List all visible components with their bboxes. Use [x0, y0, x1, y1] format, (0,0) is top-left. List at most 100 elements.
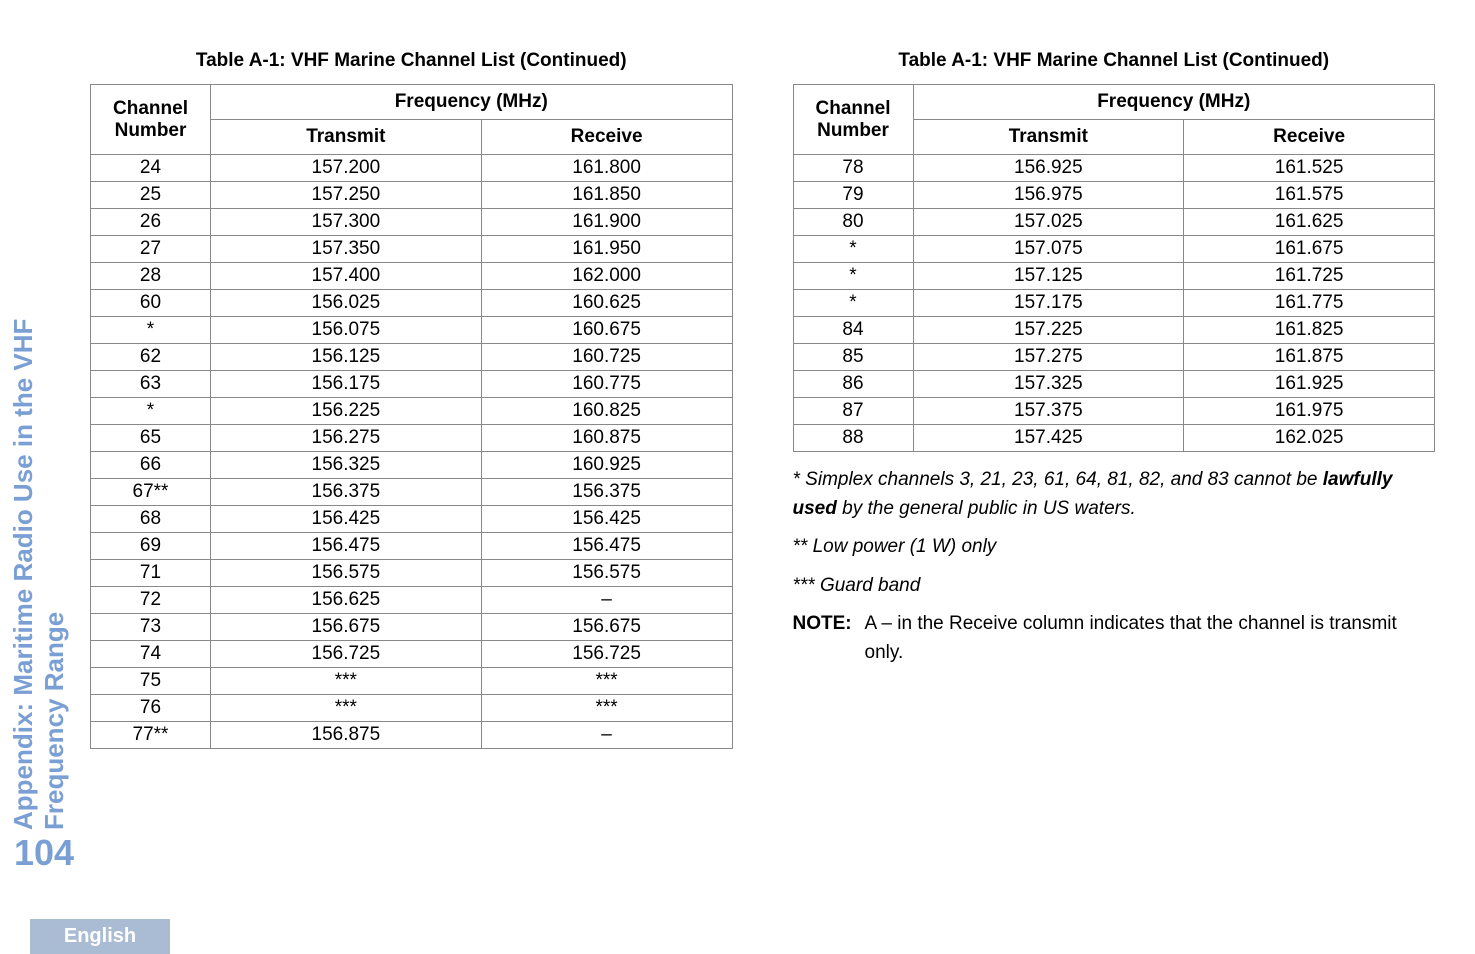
table-row: 67**156.375156.375 — [91, 479, 733, 506]
cell-ch: 85 — [793, 344, 913, 371]
section-title: Appendix: Maritime Radio Use in the VHF … — [8, 319, 70, 830]
cell-tx: 156.475 — [211, 533, 482, 560]
cell-rx: 156.575 — [481, 560, 732, 587]
col-header-channel: Channel Number — [793, 85, 913, 155]
cell-ch: 86 — [793, 371, 913, 398]
cell-ch: 73 — [91, 614, 211, 641]
cell-ch: 88 — [793, 425, 913, 452]
footnote-simplex-c: by the general public in US waters. — [837, 498, 1136, 519]
cell-ch: 65 — [91, 425, 211, 452]
cell-ch: 62 — [91, 344, 211, 371]
col-header-receive: Receive — [1184, 120, 1435, 155]
cell-tx: 156.625 — [211, 587, 482, 614]
cell-rx: 161.825 — [1184, 317, 1435, 344]
cell-ch: 77** — [91, 722, 211, 749]
cell-tx: 157.400 — [211, 263, 482, 290]
channel-table-left: Channel Number Frequency (MHz) Transmit … — [90, 84, 733, 749]
table-row: 66156.325160.925 — [91, 452, 733, 479]
cell-tx: 157.300 — [211, 209, 482, 236]
cell-ch: * — [793, 263, 913, 290]
cell-rx: 161.925 — [1184, 371, 1435, 398]
cell-ch: 80 — [793, 209, 913, 236]
table-row: 27157.350161.950 — [91, 236, 733, 263]
col-header-channel: Channel Number — [91, 85, 211, 155]
cell-tx: 157.125 — [913, 263, 1184, 290]
cell-rx: 161.575 — [1184, 182, 1435, 209]
col-header-transmit: Transmit — [211, 120, 482, 155]
table-row: 86157.325161.925 — [793, 371, 1435, 398]
note-body: A – in the Receive column indicates that… — [865, 610, 1436, 667]
table-row: 84157.225161.825 — [793, 317, 1435, 344]
cell-tx: 156.175 — [211, 371, 482, 398]
cell-rx: 161.875 — [1184, 344, 1435, 371]
footnote-guardband: *** Guard band — [793, 572, 1436, 601]
table-caption-right: Table A-1: VHF Marine Channel List (Cont… — [793, 50, 1436, 72]
table-row: *157.125161.725 — [793, 263, 1435, 290]
cell-rx: *** — [481, 668, 732, 695]
table-row: 75****** — [91, 668, 733, 695]
section-title-line2: Frequency Range — [39, 319, 70, 830]
cell-rx: 161.775 — [1184, 290, 1435, 317]
section-title-line1: Appendix: Maritime Radio Use in the VHF — [8, 319, 39, 830]
cell-rx: 160.725 — [481, 344, 732, 371]
table-row: 85157.275161.875 — [793, 344, 1435, 371]
cell-rx: 160.625 — [481, 290, 732, 317]
cell-rx: 161.975 — [1184, 398, 1435, 425]
table-row: 78156.925161.525 — [793, 155, 1435, 182]
cell-tx: 156.975 — [913, 182, 1184, 209]
cell-tx: 156.575 — [211, 560, 482, 587]
cell-tx: 156.075 — [211, 317, 482, 344]
table-row: 77**156.875– — [91, 722, 733, 749]
cell-rx: 161.675 — [1184, 236, 1435, 263]
table-row: 24157.200161.800 — [91, 155, 733, 182]
table-row: 80157.025161.625 — [793, 209, 1435, 236]
cell-rx: 161.625 — [1184, 209, 1435, 236]
footnotes-block: * Simplex channels 3, 21, 23, 61, 64, 81… — [793, 466, 1436, 667]
cell-tx: 157.425 — [913, 425, 1184, 452]
cell-rx: – — [481, 587, 732, 614]
table-row: *156.225160.825 — [91, 398, 733, 425]
cell-rx: 161.800 — [481, 155, 732, 182]
cell-ch: 71 — [91, 560, 211, 587]
cell-tx: 157.375 — [913, 398, 1184, 425]
cell-rx: 161.725 — [1184, 263, 1435, 290]
cell-rx: 162.025 — [1184, 425, 1435, 452]
cell-rx: 162.000 — [481, 263, 732, 290]
table-row: 74156.725156.725 — [91, 641, 733, 668]
cell-ch: 78 — [793, 155, 913, 182]
cell-rx: 161.900 — [481, 209, 732, 236]
cell-ch: 84 — [793, 317, 913, 344]
col-header-frequency: Frequency (MHz) — [913, 85, 1435, 120]
cell-tx: 156.375 — [211, 479, 482, 506]
cell-ch: 66 — [91, 452, 211, 479]
cell-rx: 160.825 — [481, 398, 732, 425]
channel-table-right: Channel Number Frequency (MHz) Transmit … — [793, 84, 1436, 452]
cell-ch: 79 — [793, 182, 913, 209]
cell-ch: 63 — [91, 371, 211, 398]
cell-tx: 156.725 — [211, 641, 482, 668]
cell-tx: 157.350 — [211, 236, 482, 263]
table-row: *157.175161.775 — [793, 290, 1435, 317]
cell-tx: 156.325 — [211, 452, 482, 479]
cell-tx: *** — [211, 668, 482, 695]
col-header-frequency: Frequency (MHz) — [211, 85, 733, 120]
cell-tx: 156.875 — [211, 722, 482, 749]
cell-rx: 161.850 — [481, 182, 732, 209]
cell-rx: 156.475 — [481, 533, 732, 560]
page-number: 104 — [14, 832, 74, 874]
cell-tx: 157.200 — [211, 155, 482, 182]
table-row: 71156.575156.575 — [91, 560, 733, 587]
cell-tx: 157.275 — [913, 344, 1184, 371]
table-row: 25157.250161.850 — [91, 182, 733, 209]
cell-tx: 156.925 — [913, 155, 1184, 182]
cell-tx: 156.425 — [211, 506, 482, 533]
table-row: 62156.125160.725 — [91, 344, 733, 371]
cell-ch: 24 — [91, 155, 211, 182]
cell-rx: *** — [481, 695, 732, 722]
left-column: Table A-1: VHF Marine Channel List (Cont… — [90, 50, 733, 749]
cell-tx: 156.225 — [211, 398, 482, 425]
cell-ch: * — [91, 317, 211, 344]
cell-ch: 27 — [91, 236, 211, 263]
cell-tx: 157.325 — [913, 371, 1184, 398]
cell-rx: 160.925 — [481, 452, 732, 479]
